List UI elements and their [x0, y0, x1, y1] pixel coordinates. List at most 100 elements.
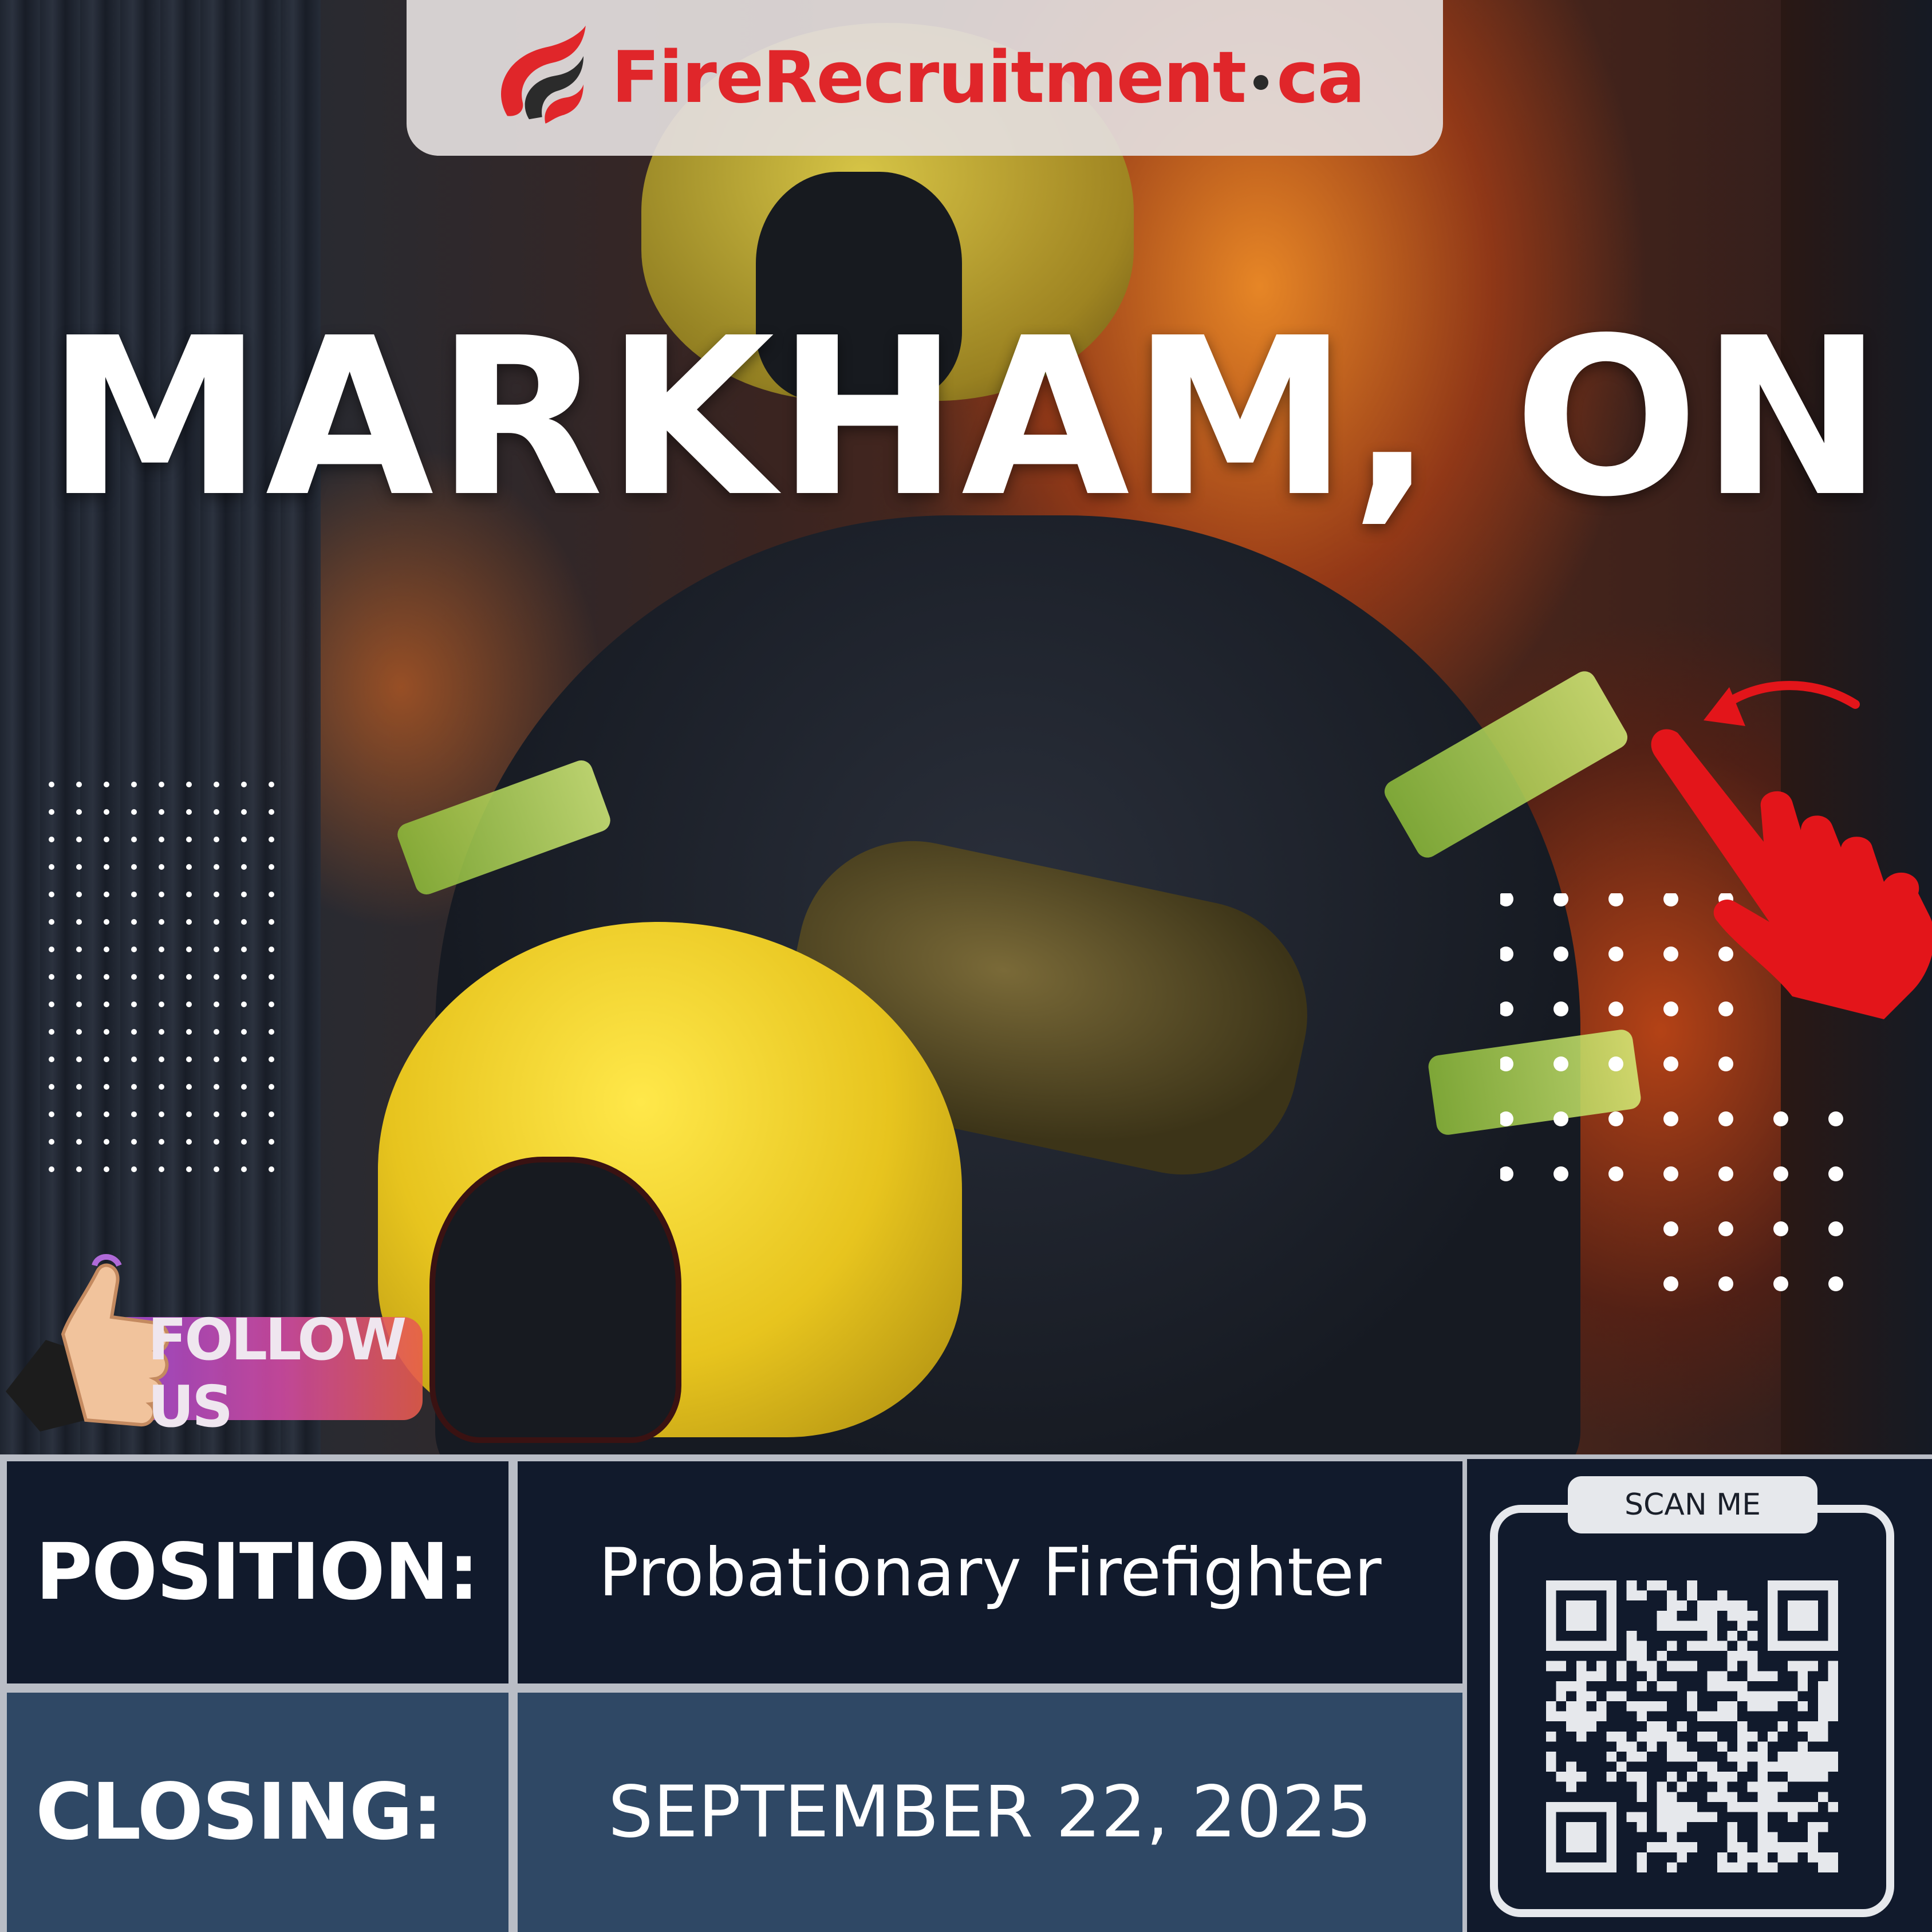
qr-module	[1566, 1701, 1576, 1712]
qr-module	[1677, 1781, 1687, 1792]
qr-module	[1576, 1772, 1587, 1782]
decor-dot	[186, 1002, 192, 1007]
qr-module	[1828, 1701, 1838, 1712]
qr-module	[1606, 1691, 1617, 1702]
decor-dot	[104, 947, 109, 952]
scan-me-label: SCAN ME	[1568, 1476, 1817, 1533]
decor-dot	[1554, 1166, 1568, 1181]
qr-module	[1667, 1842, 1677, 1852]
qr-module	[1687, 1812, 1697, 1823]
qr-module	[1817, 1691, 1828, 1702]
qr-module	[1616, 1731, 1627, 1742]
qr-finder	[1788, 1600, 1818, 1631]
qr-module	[1777, 1801, 1788, 1812]
qr-module	[1677, 1741, 1687, 1752]
qr-module	[1637, 1681, 1647, 1692]
decor-dot	[1828, 1166, 1843, 1181]
qr-module	[1797, 1772, 1808, 1782]
qr-module	[1596, 1671, 1607, 1681]
qr-module	[1797, 1661, 1808, 1671]
qr-module	[1626, 1701, 1637, 1712]
qr-module	[1667, 1681, 1677, 1692]
decor-dot	[1828, 1221, 1843, 1236]
decor-dot	[1718, 1056, 1733, 1071]
qr-module	[1697, 1761, 1708, 1772]
qr-module	[1788, 1852, 1798, 1863]
qr-module	[1747, 1630, 1758, 1641]
qr-module	[1767, 1862, 1778, 1872]
qr-module	[1637, 1822, 1647, 1832]
decor-dot	[76, 947, 82, 952]
qr-module	[1586, 1691, 1596, 1702]
decor-dot	[104, 837, 109, 842]
qr-module	[1727, 1661, 1738, 1671]
position-label: POSITION:	[36, 1527, 479, 1618]
qr-module	[1788, 1812, 1798, 1823]
qr-module	[1707, 1772, 1717, 1782]
qr-module	[1828, 1661, 1838, 1671]
decor-dot	[159, 919, 164, 925]
qr-module	[1757, 1761, 1768, 1772]
qr-module	[1586, 1721, 1596, 1732]
decor-dot	[104, 1002, 109, 1007]
follow-us-label[interactable]: FOLLOW US	[148, 1306, 417, 1440]
qr-module	[1797, 1761, 1808, 1772]
qr-module	[1757, 1832, 1768, 1843]
qr-module	[1817, 1792, 1828, 1802]
decor-dot	[269, 809, 274, 815]
decor-dot	[214, 1166, 219, 1172]
qr-module	[1616, 1671, 1627, 1681]
helmet-badge	[429, 1157, 681, 1443]
qr-module	[1747, 1610, 1758, 1621]
qr-module	[1626, 1741, 1637, 1752]
decor-dot	[269, 974, 274, 980]
qr-module	[1777, 1761, 1788, 1772]
qr-module	[1808, 1822, 1818, 1832]
decor-dot	[1554, 947, 1568, 961]
qr-module	[1797, 1801, 1808, 1812]
qr-module	[1817, 1701, 1828, 1712]
logo-header[interactable]: FireRecruitment ca	[407, 0, 1443, 156]
decor-dot	[1663, 1276, 1678, 1291]
decor-dot	[76, 1139, 82, 1145]
decor-dot	[49, 919, 54, 925]
qr-module	[1637, 1701, 1647, 1712]
qr-module	[1777, 1842, 1788, 1852]
decor-dot	[49, 892, 54, 897]
qr-module	[1727, 1630, 1738, 1641]
qr-module	[1566, 1772, 1576, 1782]
qr-module	[1717, 1792, 1728, 1802]
qr-module	[1626, 1751, 1637, 1762]
decor-dot	[76, 837, 82, 842]
qr-module	[1677, 1751, 1687, 1762]
decor-dot	[1663, 1221, 1678, 1236]
decor-dot	[269, 1139, 274, 1145]
qr-module	[1727, 1842, 1738, 1852]
qr-module	[1788, 1691, 1798, 1702]
decor-dot	[1773, 1221, 1788, 1236]
qr-module	[1737, 1681, 1748, 1692]
qr-code-icon[interactable]	[1546, 1580, 1838, 1872]
qr-module	[1626, 1651, 1637, 1661]
qr-module	[1667, 1731, 1677, 1742]
qr-module	[1727, 1681, 1738, 1692]
position-label-cell: POSITION:	[7, 1461, 508, 1683]
qr-module	[1828, 1691, 1838, 1702]
qr-module	[1677, 1801, 1687, 1812]
qr-module	[1737, 1801, 1748, 1812]
decor-dot	[76, 892, 82, 897]
decor-dot	[269, 1056, 274, 1062]
qr-module	[1757, 1741, 1768, 1752]
qr-module	[1667, 1862, 1677, 1872]
qr-module	[1546, 1731, 1556, 1742]
position-value: Probationary Firefighter	[598, 1533, 1382, 1611]
qr-module	[1657, 1842, 1667, 1852]
decor-dot	[159, 1029, 164, 1035]
decor-dot	[241, 1002, 247, 1007]
qr-module	[1637, 1751, 1647, 1762]
qr-module	[1777, 1852, 1788, 1863]
qr-module	[1546, 1751, 1556, 1762]
decor-dot	[269, 892, 274, 897]
qr-module	[1646, 1661, 1657, 1671]
decor-dot	[214, 892, 219, 897]
